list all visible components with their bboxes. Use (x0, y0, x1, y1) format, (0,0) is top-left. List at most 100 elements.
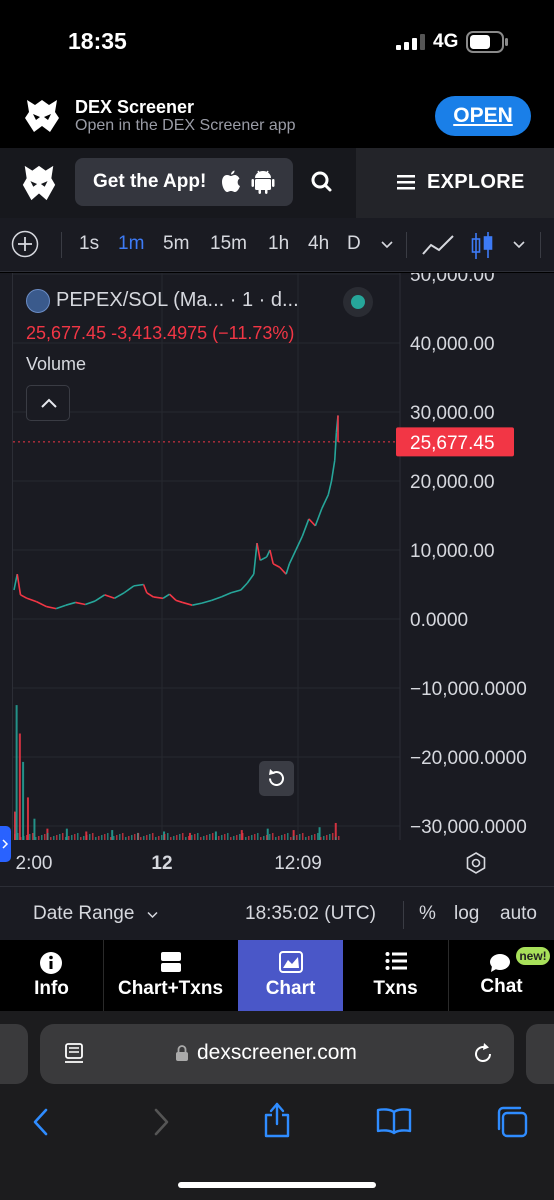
volume-bar (74, 834, 76, 840)
market-open-dot-icon (351, 295, 365, 309)
volume-bar (23, 836, 25, 840)
chat-bubble-icon (490, 954, 510, 972)
side-panel-toggle[interactable] (0, 826, 11, 862)
price-chart[interactable]: 50,000.00 40,000.00 30,000.00 20,000.00 10,0… (0, 273, 554, 886)
address-bar[interactable]: dexscreener.com (40, 1024, 514, 1084)
interval-1m[interactable]: 1m (118, 233, 144, 255)
volume-bar (191, 835, 193, 840)
time-tick-label: 2:00 (16, 853, 53, 874)
reset-chart-button[interactable] (259, 761, 294, 796)
search-button[interactable] (305, 162, 339, 202)
volume-bar (188, 836, 190, 840)
volume-bar (278, 836, 280, 840)
volume-bar (116, 835, 118, 840)
chevron-down-icon[interactable] (146, 911, 159, 919)
interval-1s[interactable]: 1s (79, 233, 99, 255)
dex-screener-logo-icon[interactable] (20, 162, 58, 204)
legend-title[interactable]: PEPEX/SOL (Ma... · 1 · d... (56, 289, 299, 312)
volume-bar (251, 835, 253, 840)
volume-bar (206, 835, 208, 840)
bookmarks-icon[interactable] (376, 1107, 412, 1135)
volume-bar (59, 834, 61, 840)
volume-bar (221, 835, 223, 840)
volume-bar (89, 834, 91, 840)
percent-scale-button[interactable]: % (419, 903, 436, 925)
tab-chart-txns[interactable]: Chart+Txns (104, 940, 237, 1011)
volume-bar (245, 837, 247, 840)
volume-bar (98, 836, 100, 840)
collapse-legend-button[interactable] (26, 385, 70, 421)
dex-screener-logo-icon (25, 100, 59, 132)
url-text[interactable]: dexscreener.com (197, 1041, 357, 1065)
get-the-app-label: Get the App! (93, 171, 207, 192)
chevron-down-icon[interactable] (380, 240, 394, 249)
share-icon[interactable] (262, 1101, 292, 1139)
utc-time[interactable]: 18:35:02 (UTC) (245, 903, 376, 925)
line-chart-icon[interactable] (421, 232, 457, 258)
price-axis[interactable]: 50,000.00 40,000.00 30,000.00 20,000.00 10,0… (410, 273, 527, 838)
volume-bar (33, 818, 36, 840)
volume-bar (311, 835, 313, 840)
price-segment (230, 589, 242, 594)
get-the-app-button[interactable]: Get the App! (75, 158, 293, 206)
volume-bar (185, 837, 187, 840)
auto-scale-button[interactable]: auto (500, 903, 537, 925)
token-logo-icon (26, 289, 50, 313)
interval-4h[interactable]: 4h (308, 233, 329, 255)
chevron-up-icon (41, 398, 57, 408)
date-range-button[interactable]: Date Range (33, 903, 134, 925)
volume-bar (86, 835, 88, 840)
volume-bar (26, 835, 28, 840)
volume-bar (146, 835, 148, 840)
chevron-down-icon[interactable] (512, 240, 526, 249)
price-segment (240, 582, 248, 591)
volume-bar (197, 833, 199, 840)
price-segment (259, 556, 268, 562)
legend-volume[interactable]: Volume (26, 354, 86, 375)
volume-bar (155, 837, 157, 840)
back-icon[interactable] (30, 1107, 52, 1137)
tab-chart[interactable]: Chart (238, 940, 343, 1011)
volume-bar (104, 834, 106, 840)
tab-chart-label: Chart (265, 978, 316, 999)
interval-15m[interactable]: 15m (210, 233, 247, 255)
next-tab-preview[interactable] (526, 1024, 554, 1084)
log-scale-button[interactable]: log (454, 903, 479, 925)
candlestick-icon[interactable] (470, 231, 494, 261)
date-range-bar: Date Range 18:35:02 (UTC) % log auto (0, 886, 554, 940)
home-indicator (178, 1182, 376, 1188)
volume-bar (134, 834, 136, 840)
price-tick-label: 50,000.00 (410, 273, 495, 286)
interval-5m[interactable]: 5m (163, 233, 189, 255)
reload-icon[interactable] (470, 1041, 496, 1067)
volume-bar (128, 836, 130, 840)
volume-bar (299, 834, 301, 840)
interval-1d[interactable]: D (347, 233, 361, 255)
volume-bar (113, 836, 115, 840)
volume-bar (218, 836, 220, 840)
tab-info[interactable]: Info (0, 940, 103, 1011)
time-axis[interactable]: 2:00 12 12:09 (16, 853, 322, 874)
volume-bar (68, 836, 70, 840)
price-segment (182, 601, 193, 606)
volume-bar (71, 835, 73, 840)
tab-txns[interactable]: Txns (343, 940, 448, 1011)
volume-bar (92, 833, 94, 840)
previous-tab-preview[interactable] (0, 1024, 28, 1084)
chart-settings-icon[interactable] (464, 851, 488, 875)
tabs-icon[interactable] (495, 1105, 529, 1139)
market-status[interactable] (343, 287, 373, 317)
open-app-button[interactable]: OPEN (435, 96, 531, 136)
bottom-tab-bar: Info Chart+Txns Chart Txns Chat new! (0, 940, 554, 1011)
volume-bar (170, 837, 172, 840)
time-tick-label: 12:09 (274, 853, 322, 874)
volume-bar (119, 834, 121, 840)
volume-bar (236, 835, 238, 840)
explore-button[interactable]: EXPLORE (356, 148, 554, 218)
interval-1h[interactable]: 1h (268, 233, 289, 255)
price-segment (279, 566, 287, 575)
tab-chat-label: Chat (480, 976, 523, 997)
price-segment (104, 594, 115, 600)
add-indicator-icon[interactable] (11, 230, 39, 258)
page-menu-icon[interactable] (62, 1042, 86, 1066)
